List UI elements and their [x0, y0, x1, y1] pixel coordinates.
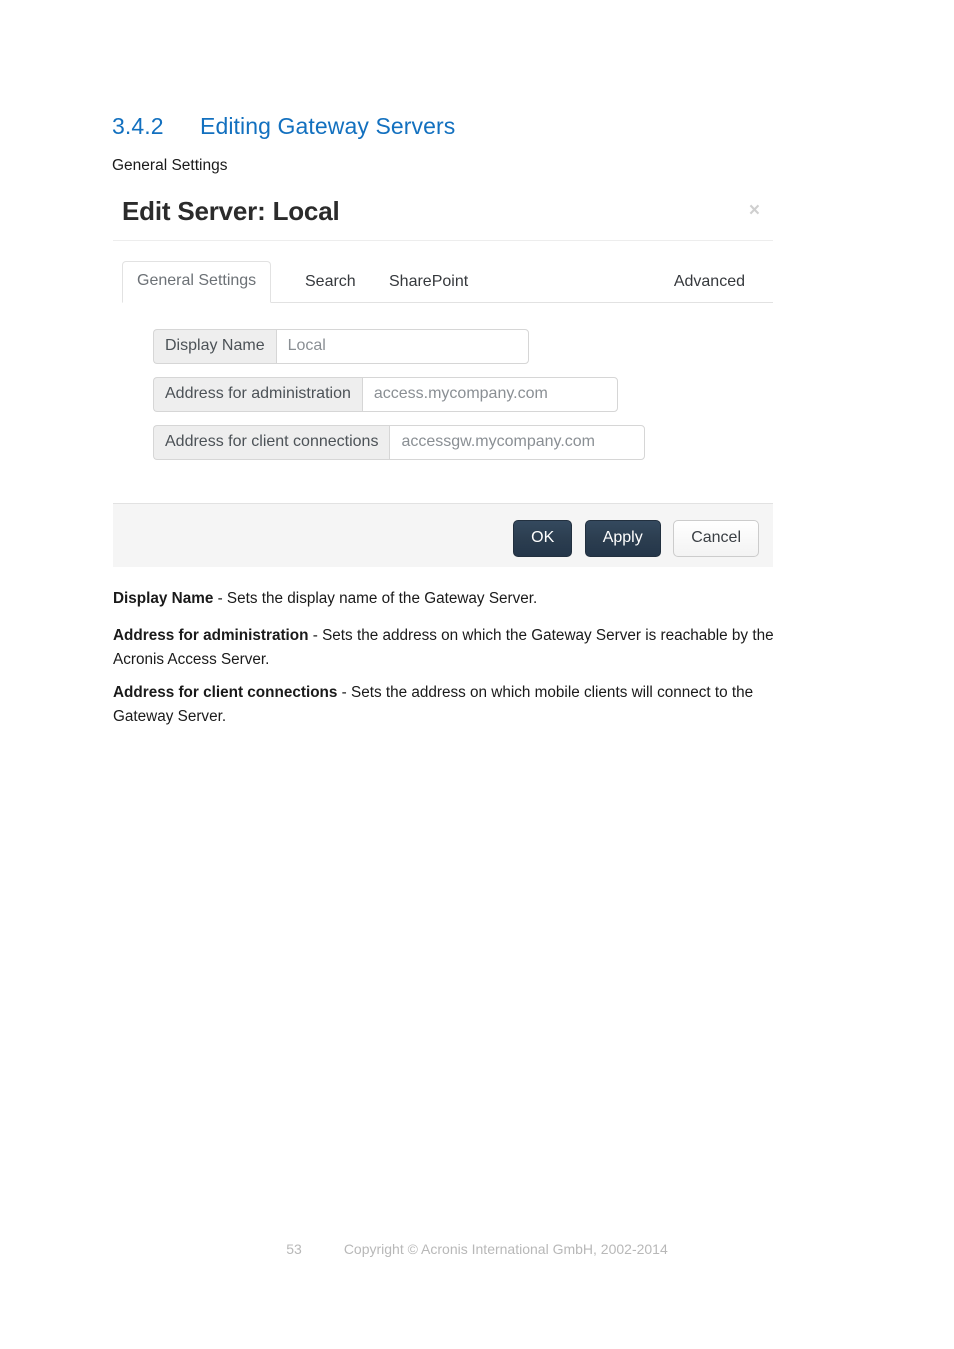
- dialog-header: Edit Server: Local ×: [113, 188, 773, 241]
- tab-sharepoint[interactable]: SharePoint: [375, 263, 482, 303]
- address-administration-label: Address for administration: [153, 377, 362, 412]
- address-client-connections-label: Address for client connections: [153, 425, 390, 460]
- description-display-name: Display Name - Sets the display name of …: [113, 587, 803, 611]
- dialog-title: Edit Server: Local: [122, 196, 340, 226]
- close-icon[interactable]: ×: [749, 201, 760, 220]
- description-term: Address for administration: [113, 627, 309, 644]
- display-name-input[interactable]: [275, 329, 529, 364]
- page-title-number: 3.4.2: [112, 113, 164, 139]
- description-term: Display Name: [113, 590, 214, 607]
- dialog-footer: OK Apply Cancel: [113, 503, 773, 567]
- tab-general-settings[interactable]: General Settings: [122, 261, 272, 303]
- page-number: 53: [286, 1241, 302, 1257]
- dialog-tabs: General Settings Search SharePoint Advan…: [113, 252, 773, 303]
- description-text: - Sets the display name of the Gateway S…: [213, 590, 538, 607]
- edit-server-dialog: Edit Server: Local × General Settings Se…: [113, 188, 773, 567]
- tab-search[interactable]: Search: [291, 263, 370, 303]
- page-title-text: Editing Gateway Servers: [200, 113, 456, 139]
- display-name-label: Display Name: [153, 329, 276, 364]
- apply-button[interactable]: Apply: [584, 520, 661, 557]
- section-subheading: General Settings: [112, 157, 228, 174]
- address-client-connections-input[interactable]: [389, 425, 646, 460]
- cancel-button[interactable]: Cancel: [673, 520, 759, 557]
- page-footer: 53 Copyright © Acronis International GmbH…: [0, 1241, 954, 1257]
- page-title: 3.4.2 Editing Gateway Servers: [112, 113, 455, 140]
- field-row-address-administration: Address for administration: [153, 377, 773, 412]
- description-address-client-connections: Address for client connections - Sets th…: [113, 681, 803, 728]
- ok-button[interactable]: OK: [513, 520, 573, 557]
- field-row-address-client-connections: Address for client connections: [153, 425, 773, 460]
- description-address-administration: Address for administration - Sets the ad…: [113, 624, 803, 671]
- copyright-notice: Copyright © Acronis International GmbH, …: [343, 1241, 668, 1257]
- description-term: Address for client connections: [113, 684, 338, 701]
- dialog-body: Display Name Address for administration …: [113, 303, 773, 503]
- field-row-display-name: Display Name: [153, 329, 773, 364]
- address-administration-input[interactable]: [361, 377, 618, 412]
- tab-advanced[interactable]: Advanced: [660, 263, 759, 303]
